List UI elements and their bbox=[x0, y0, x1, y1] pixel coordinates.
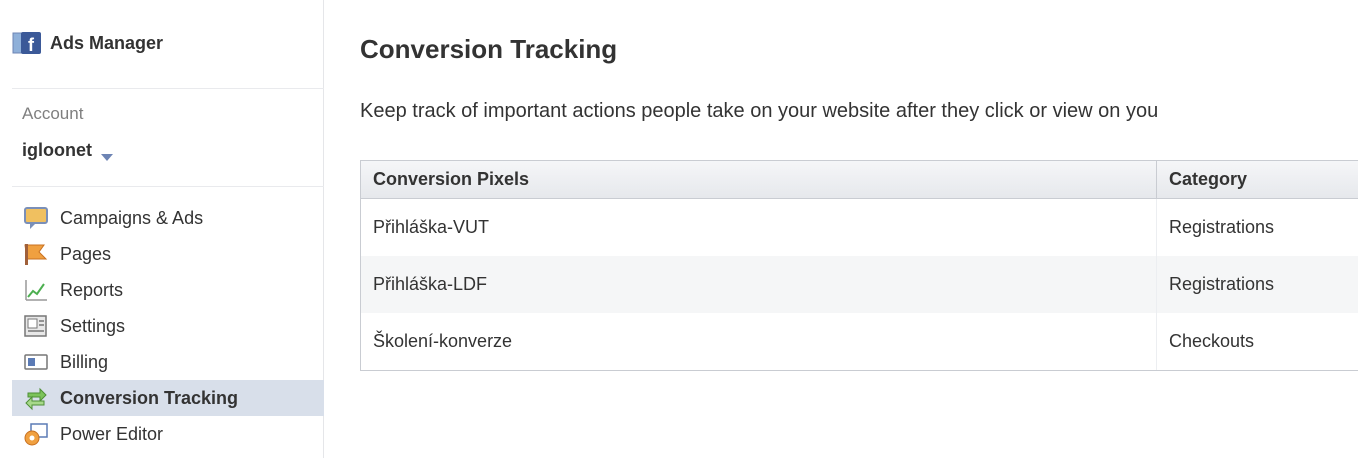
sidebar: f Ads Manager Account igloonet Campaigns… bbox=[0, 0, 324, 458]
page-title: Conversion Tracking bbox=[360, 34, 618, 64]
pixel-name-link[interactable]: Školení-konverze bbox=[373, 331, 512, 351]
sidebar-item-campaigns-ads[interactable]: Campaigns & Ads bbox=[12, 200, 324, 236]
brand-label: Ads Manager bbox=[50, 32, 164, 53]
chart-icon bbox=[22, 277, 50, 303]
chevron-down-icon bbox=[100, 146, 114, 161]
column-header-category[interactable]: Category bbox=[1156, 161, 1358, 198]
sidebar-item-settings[interactable]: Settings bbox=[12, 308, 324, 344]
sidebar-item-conversion-tracking[interactable]: Conversion Tracking bbox=[12, 380, 324, 416]
flag-icon bbox=[22, 241, 50, 267]
table-row[interactable]: Přihláška-VUT Registrations bbox=[361, 199, 1358, 256]
facebook-ads-icon: f bbox=[12, 30, 42, 56]
sidebar-item-billing[interactable]: Billing bbox=[12, 344, 324, 380]
main-content: Conversion Tracking Keep track of import… bbox=[360, 0, 1358, 458]
pixel-category: Registrations bbox=[1156, 199, 1358, 256]
sidebar-item-label: Pages bbox=[60, 243, 112, 264]
conversion-arrows-icon bbox=[22, 385, 50, 411]
settings-icon bbox=[22, 313, 50, 339]
ads-manager-brand[interactable]: f Ads Manager bbox=[12, 30, 163, 56]
sidebar-item-power-editor[interactable]: Power Editor bbox=[12, 416, 324, 452]
pixel-name-link[interactable]: Přihláška-VUT bbox=[373, 217, 489, 237]
svg-text:f: f bbox=[28, 35, 35, 55]
credit-card-icon bbox=[22, 349, 50, 375]
conversion-pixels-table: Conversion Pixels Category Přihláška-VUT… bbox=[360, 160, 1358, 371]
speech-bubble-icon bbox=[22, 205, 50, 231]
sidebar-item-reports[interactable]: Reports bbox=[12, 272, 324, 308]
pixel-name-link[interactable]: Přihláška-LDF bbox=[373, 274, 487, 294]
sidebar-item-label: Billing bbox=[60, 351, 109, 372]
page-description: Keep track of important actions people t… bbox=[360, 100, 1159, 122]
sidebar-nav: Campaigns & Ads Pages Reports Settings B… bbox=[12, 200, 324, 452]
table-row[interactable]: Přihláška-LDF Registrations bbox=[361, 256, 1358, 313]
pixel-category: Registrations bbox=[1156, 256, 1358, 313]
sidebar-item-label: Campaigns & Ads bbox=[60, 207, 204, 228]
account-selector[interactable]: igloonet bbox=[22, 140, 114, 161]
sidebar-item-label: Settings bbox=[60, 315, 126, 336]
sidebar-item-label: Power Editor bbox=[60, 423, 164, 444]
divider bbox=[12, 186, 324, 187]
sidebar-item-label: Reports bbox=[60, 279, 124, 300]
sidebar-item-pages[interactable]: Pages bbox=[12, 236, 324, 272]
account-name: igloonet bbox=[22, 140, 92, 160]
column-header-conversion-pixels[interactable]: Conversion Pixels bbox=[361, 169, 1156, 190]
account-label: Account bbox=[22, 104, 84, 123]
sidebar-item-label: Conversion Tracking bbox=[60, 387, 239, 408]
pixel-category: Checkouts bbox=[1156, 313, 1358, 370]
table-header: Conversion Pixels Category bbox=[361, 161, 1358, 199]
divider bbox=[12, 88, 324, 89]
power-editor-icon bbox=[22, 421, 50, 447]
table-row[interactable]: Školení-konverze Checkouts bbox=[361, 313, 1358, 370]
